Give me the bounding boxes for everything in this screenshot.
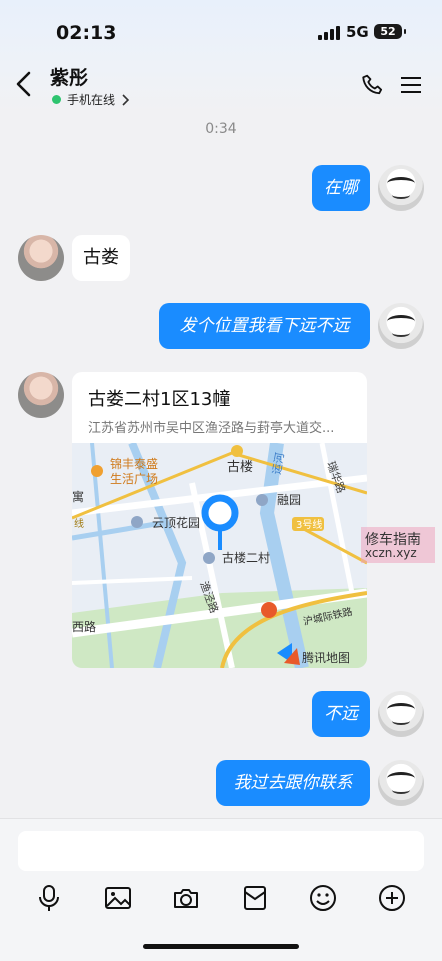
signal-icon (318, 26, 340, 40)
network-type: 5G (346, 23, 369, 41)
input-bar (0, 818, 442, 961)
microphone-icon[interactable] (32, 881, 66, 915)
map-label: 西路 (72, 619, 96, 634)
message-bubble-outgoing[interactable]: 不远 (312, 691, 370, 737)
map-label: 生活广场 (110, 472, 158, 486)
plus-icon[interactable] (375, 881, 409, 915)
message-bubble-outgoing[interactable]: 我过去跟你联系 (216, 760, 370, 806)
map-label: 寓 (72, 489, 84, 504)
location-title: 古娄二村1区13幢 (88, 389, 231, 410)
home-indicator (143, 944, 299, 949)
menu-icon[interactable] (400, 75, 422, 95)
location-address: 江苏省苏州市吴中区渔泾路与葑亭大道交... (88, 421, 335, 436)
location-map[interactable]: 锦丰泰盛 生活广场 古楼 运河 瑞华路 寓 融园 线 云顶花园 3号线 古楼二村… (72, 443, 367, 668)
map-label: 3号线 (296, 518, 322, 531)
message-timestamp: 0:34 (205, 121, 237, 137)
top-bar: 02:13 5G 52 紫彤 手机在线 (0, 0, 442, 112)
chevron-right-icon (122, 93, 130, 106)
map-label: 融园 (277, 493, 301, 507)
online-status[interactable]: 手机在线 (52, 91, 133, 108)
status-bar: 02:13 5G 52 (0, 20, 442, 46)
phone-call-icon[interactable] (360, 73, 386, 99)
message-bubble-outgoing[interactable]: 发个位置我看下远不远 (159, 303, 370, 349)
map-label: 线 (74, 517, 84, 530)
message-bubble-outgoing[interactable]: 在哪 (312, 165, 370, 211)
map-label: 云顶花园 (152, 515, 200, 530)
battery-icon: 52 (374, 24, 406, 39)
map-label: 锦丰泰盛 (110, 456, 158, 471)
my-avatar[interactable] (378, 760, 424, 806)
watermark-line2: xczn.xyz (365, 546, 417, 560)
emoji-icon[interactable] (306, 881, 340, 915)
map-label: 古楼二村 (222, 550, 270, 565)
contact-name[interactable]: 紫彤 (50, 63, 88, 90)
red-packet-icon[interactable] (238, 881, 272, 915)
online-status-label: 手机在线 (67, 93, 116, 107)
my-avatar[interactable] (378, 691, 424, 737)
status-time: 02:13 (56, 22, 117, 44)
message-input[interactable] (18, 831, 424, 871)
watermark: 修车指南 xczn.xyz (361, 527, 435, 563)
my-avatar[interactable] (378, 165, 424, 211)
map-label: 古楼 (227, 460, 253, 475)
camera-icon[interactable] (169, 881, 203, 915)
contact-avatar[interactable] (18, 235, 64, 281)
map-brand: 腾讯地图 (302, 650, 350, 665)
location-card[interactable]: 古娄二村1区13幢 江苏省苏州市吴中区渔泾路与葑亭大道交... 锦丰泰盛 生活广… (72, 372, 367, 668)
online-dot-icon (52, 95, 61, 104)
my-avatar[interactable] (378, 303, 424, 349)
back-arrow-icon[interactable] (14, 70, 34, 98)
contact-avatar[interactable] (18, 372, 64, 418)
image-icon[interactable] (101, 881, 135, 915)
message-bubble-incoming[interactable]: 古娄 (72, 235, 130, 281)
